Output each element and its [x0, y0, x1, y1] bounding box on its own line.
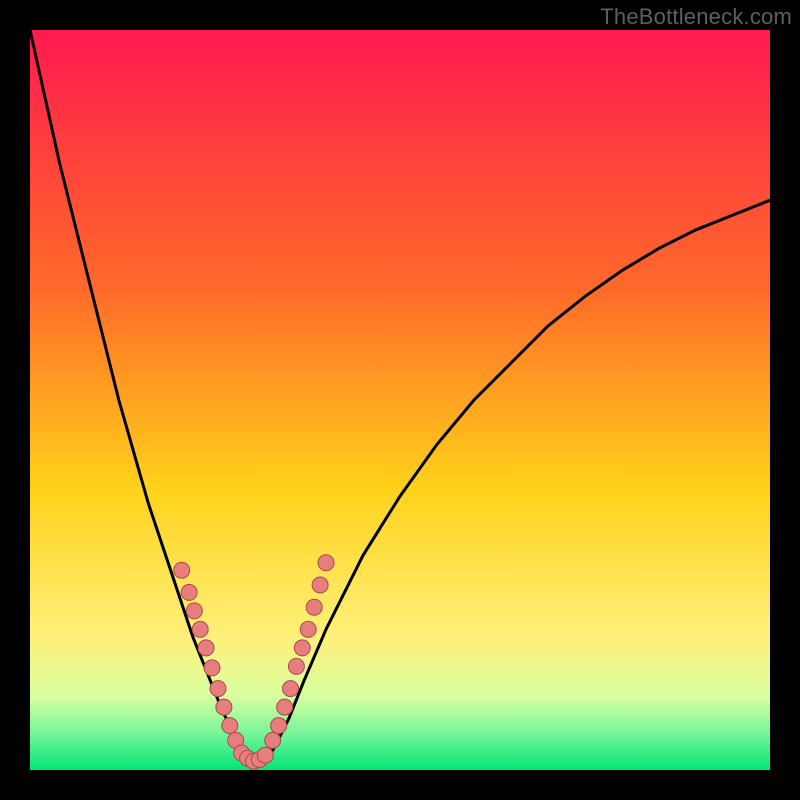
sample-dot	[288, 658, 304, 674]
sample-dot	[294, 640, 310, 656]
sample-dot	[283, 681, 299, 697]
sample-dot	[312, 577, 328, 593]
sample-dot	[306, 599, 322, 615]
sample-dot	[204, 660, 220, 676]
sample-dot	[300, 621, 316, 637]
gradient-background	[30, 30, 770, 770]
chart-svg	[30, 30, 770, 770]
sample-dot	[222, 718, 238, 734]
sample-dot	[192, 621, 208, 637]
sample-dot	[318, 555, 334, 571]
sample-dot	[277, 699, 293, 715]
sample-dot	[210, 681, 226, 697]
sample-dot	[271, 718, 287, 734]
chart-frame: TheBottleneck.com	[0, 0, 800, 800]
sample-dot	[181, 584, 197, 600]
sample-dot	[186, 603, 202, 619]
sample-dot	[216, 699, 232, 715]
sample-dot	[257, 747, 273, 763]
plot-area	[30, 30, 770, 770]
sample-dot	[174, 562, 190, 578]
sample-dot	[265, 732, 281, 748]
sample-dot	[198, 640, 214, 656]
watermark-text: TheBottleneck.com	[600, 4, 792, 30]
